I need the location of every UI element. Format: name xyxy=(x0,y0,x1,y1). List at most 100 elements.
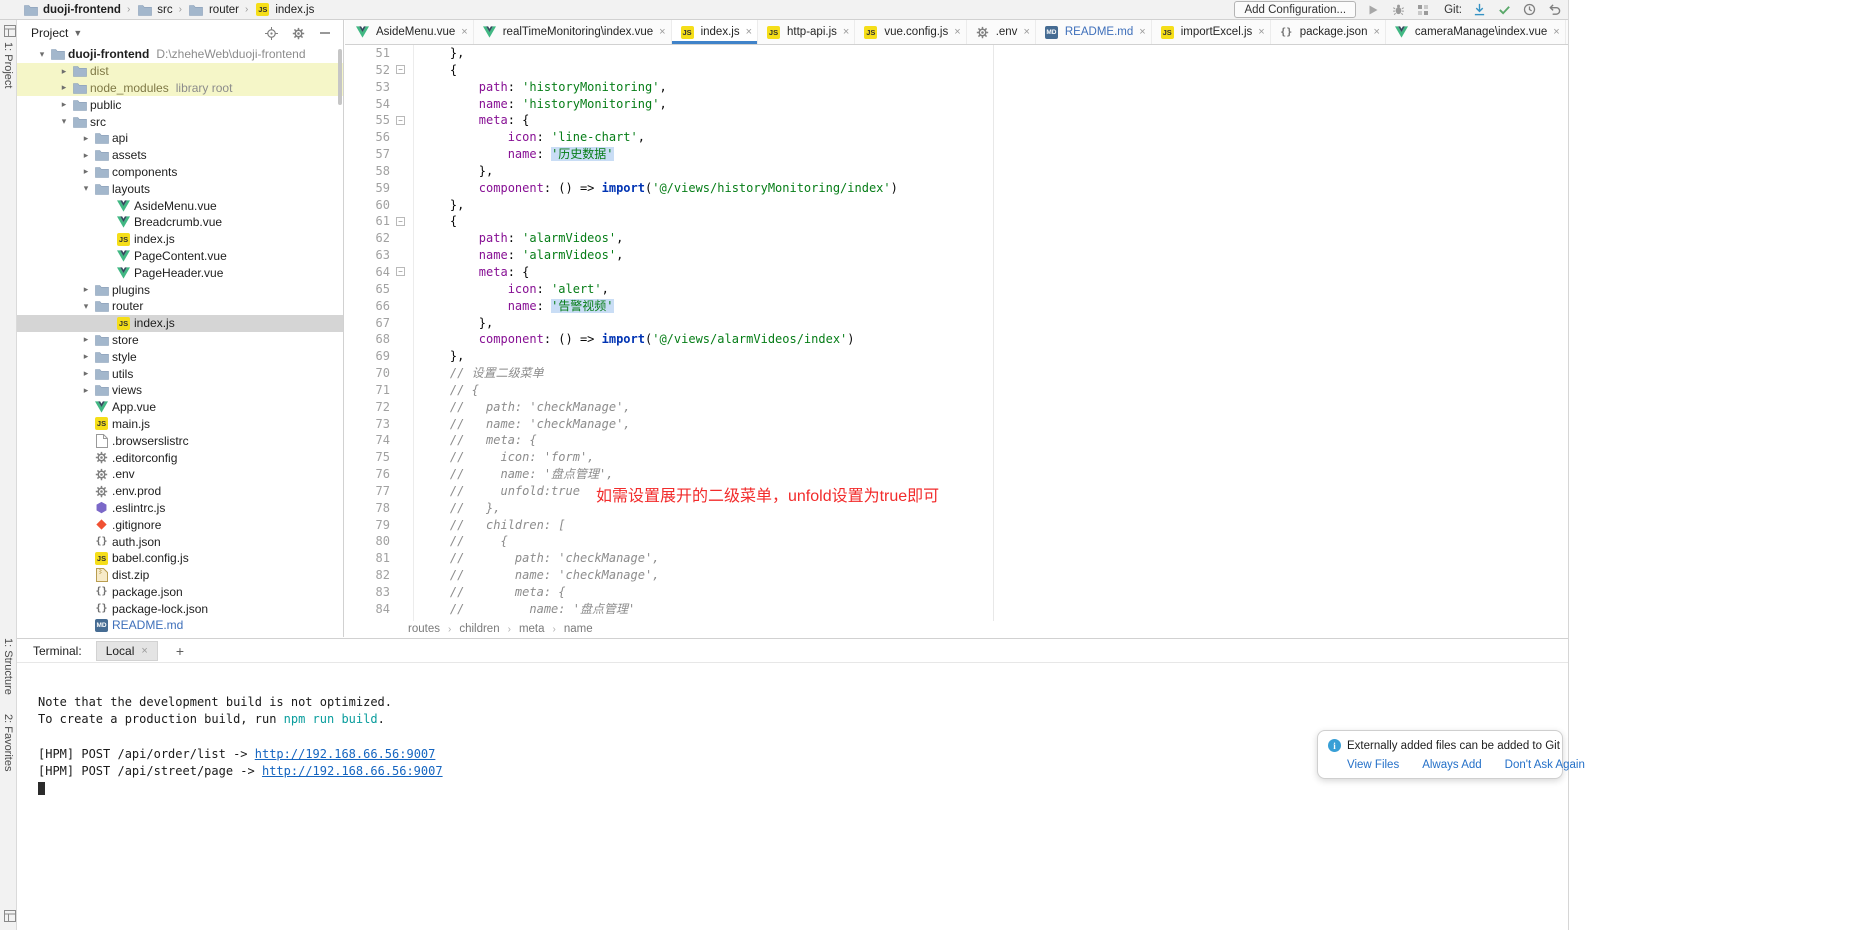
editor-tab-http-api-js[interactable]: JShttp-api.js× xyxy=(758,20,855,44)
code-line-57[interactable]: name: '历史数据' xyxy=(414,146,1568,163)
tree-item-store[interactable]: ▸store xyxy=(17,332,343,349)
gutter-line-61[interactable]: 61− xyxy=(345,213,413,230)
gutter-line-84[interactable]: 84 xyxy=(345,601,413,618)
gutter-line-65[interactable]: 65 xyxy=(345,281,413,298)
code-line-75[interactable]: // icon: 'form', xyxy=(414,449,1568,466)
code-line-54[interactable]: name: 'historyMonitoring', xyxy=(414,96,1568,113)
tree-item-views[interactable]: ▸views xyxy=(17,382,343,399)
code-line-81[interactable]: // path: 'checkManage', xyxy=(414,550,1568,567)
code-line-53[interactable]: path: 'historyMonitoring', xyxy=(414,79,1568,96)
tree-item-breadcrumb-vue[interactable]: Breadcrumb.vue xyxy=(17,214,343,231)
code-line-58[interactable]: }, xyxy=(414,163,1568,180)
chevron-right-icon[interactable]: ▸ xyxy=(79,284,93,295)
code-line-78[interactable]: // }, xyxy=(414,500,1568,517)
gutter-line-58[interactable]: 58 xyxy=(345,163,413,180)
nav-crumb-router[interactable]: router xyxy=(186,4,241,16)
tree-item-public[interactable]: ▸public xyxy=(17,96,343,113)
gutter-line-80[interactable]: 80 xyxy=(345,533,413,550)
gutter-line-56[interactable]: 56 xyxy=(345,129,413,146)
code-line-56[interactable]: icon: 'line-chart', xyxy=(414,129,1568,146)
add-configuration-button[interactable]: Add Configuration... xyxy=(1234,1,1356,18)
close-icon[interactable]: × xyxy=(141,645,147,657)
hide-panel-minus-icon[interactable] xyxy=(317,25,333,41)
gutter-line-52[interactable]: 52− xyxy=(345,62,413,79)
code-area[interactable]: }, { path: 'historyMonitoring', name: 'h… xyxy=(414,45,1568,621)
code-line-77[interactable]: // unfold:true xyxy=(414,483,1568,500)
code-line-73[interactable]: // name: 'checkManage', xyxy=(414,416,1568,433)
gutter-line-60[interactable]: 60 xyxy=(345,197,413,214)
toolwindow-project-button[interactable]: 1: Project xyxy=(2,42,14,88)
gutter-line-63[interactable]: 63 xyxy=(345,247,413,264)
git-update-icon[interactable] xyxy=(1471,2,1487,18)
coverage-grid-icon[interactable] xyxy=(1415,2,1431,18)
terminal-link[interactable]: http://192.168.66.56:9007 xyxy=(262,764,443,778)
chevron-down-icon[interactable]: ▾ xyxy=(35,49,49,60)
chevron-down-icon[interactable]: ▾ xyxy=(79,301,93,312)
terminal-link[interactable]: http://192.168.66.56:9007 xyxy=(255,747,436,761)
gutter-line-67[interactable]: 67 xyxy=(345,315,413,332)
code-line-72[interactable]: // path: 'checkManage', xyxy=(414,399,1568,416)
code-line-63[interactable]: name: 'alarmVideos', xyxy=(414,247,1568,264)
gutter-line-57[interactable]: 57 xyxy=(345,146,413,163)
gutter-line-62[interactable]: 62 xyxy=(345,230,413,247)
gutter-line-59[interactable]: 59 xyxy=(345,180,413,197)
tree-item-node-modules[interactable]: ▸node_moduleslibrary root xyxy=(17,80,343,97)
tree-item-layouts[interactable]: ▾layouts xyxy=(17,180,343,197)
close-tab-icon[interactable]: × xyxy=(659,26,665,38)
nav-crumb-src[interactable]: src xyxy=(134,4,174,16)
tree-item-components[interactable]: ▸components xyxy=(17,164,343,181)
gutter-line-83[interactable]: 83 xyxy=(345,584,413,601)
close-tab-icon[interactable]: × xyxy=(1373,26,1379,38)
fold-icon[interactable]: − xyxy=(396,65,405,74)
editor-tab-package-json[interactable]: {}package.json× xyxy=(1271,20,1386,44)
gutter-line-72[interactable]: 72 xyxy=(345,399,413,416)
chevron-right-icon[interactable]: ▸ xyxy=(79,150,93,161)
git-commit-check-icon[interactable] xyxy=(1496,2,1512,18)
gutter-line-51[interactable]: 51 xyxy=(345,45,413,62)
tree-item-pagecontent-vue[interactable]: PageContent.vue xyxy=(17,248,343,265)
toolwindow-favorites-button[interactable]: 2: Favorites xyxy=(2,714,14,771)
chevron-down-icon[interactable]: ▾ xyxy=(79,183,93,194)
gutter-line-78[interactable]: 78 xyxy=(345,500,413,517)
view-files-link[interactable]: View Files xyxy=(1347,759,1399,771)
code-line-52[interactable]: { xyxy=(414,62,1568,79)
editor-tab-index-js[interactable]: JSindex.js× xyxy=(672,20,758,44)
tree-item-index-js[interactable]: JSindex.js xyxy=(17,231,343,248)
close-tab-icon[interactable]: × xyxy=(1258,26,1264,38)
gear-icon[interactable] xyxy=(290,25,306,41)
gutter-line-76[interactable]: 76 xyxy=(345,466,413,483)
editor-tab-readme-md[interactable]: MDREADME.md× xyxy=(1036,20,1152,44)
code-line-83[interactable]: // meta: { xyxy=(414,584,1568,601)
code-line-71[interactable]: // { xyxy=(414,382,1568,399)
gutter-line-75[interactable]: 75 xyxy=(345,449,413,466)
gutter-line-71[interactable]: 71 xyxy=(345,382,413,399)
tree-item-router[interactable]: ▾router xyxy=(17,298,343,315)
fold-icon[interactable]: − xyxy=(396,116,405,125)
tree-item-dist[interactable]: ▸dist xyxy=(17,63,343,80)
tree-item-babel-config-js[interactable]: JSbabel.config.js xyxy=(17,550,343,567)
editor-tab-cameramanage-index-vue[interactable]: cameraManage\index.vue× xyxy=(1386,20,1566,44)
close-tab-icon[interactable]: × xyxy=(954,26,960,38)
chevron-right-icon[interactable]: ▸ xyxy=(79,368,93,379)
editor-body[interactable]: 5152−535455−565758596061−626364−65666768… xyxy=(345,45,1568,621)
tree-item-src[interactable]: ▾src xyxy=(17,113,343,130)
terminal-tab-local[interactable]: Local × xyxy=(96,641,158,661)
tree-item-readme-md[interactable]: MDREADME.md xyxy=(17,617,343,634)
editor-tab-env[interactable]: .env× xyxy=(967,20,1036,44)
code-line-69[interactable]: }, xyxy=(414,348,1568,365)
tree-item-duoji-frontend[interactable]: ▾duoji-frontendD:\zheheWeb\duoji-fronten… xyxy=(17,46,343,63)
gutter-line-77[interactable]: 77 xyxy=(345,483,413,500)
chevron-right-icon[interactable]: ▸ xyxy=(57,66,71,77)
close-tab-icon[interactable]: × xyxy=(1139,26,1145,38)
code-line-79[interactable]: // children: [ xyxy=(414,517,1568,534)
close-tab-icon[interactable]: × xyxy=(1553,26,1559,38)
code-line-70[interactable]: // 设置二级菜单 xyxy=(414,365,1568,382)
tree-item-auth-json[interactable]: {}auth.json xyxy=(17,533,343,550)
tree-item-utils[interactable]: ▸utils xyxy=(17,365,343,382)
gutter-line-54[interactable]: 54 xyxy=(345,96,413,113)
nav-crumb-duoji-frontend[interactable]: duoji-frontend xyxy=(20,4,123,16)
run-icon[interactable] xyxy=(1365,2,1381,18)
toolwindow-switcher-icon[interactable] xyxy=(2,908,18,924)
tree-item-package-json[interactable]: {}package.json xyxy=(17,584,343,601)
code-line-68[interactable]: component: () => import('@/views/alarmVi… xyxy=(414,331,1568,348)
